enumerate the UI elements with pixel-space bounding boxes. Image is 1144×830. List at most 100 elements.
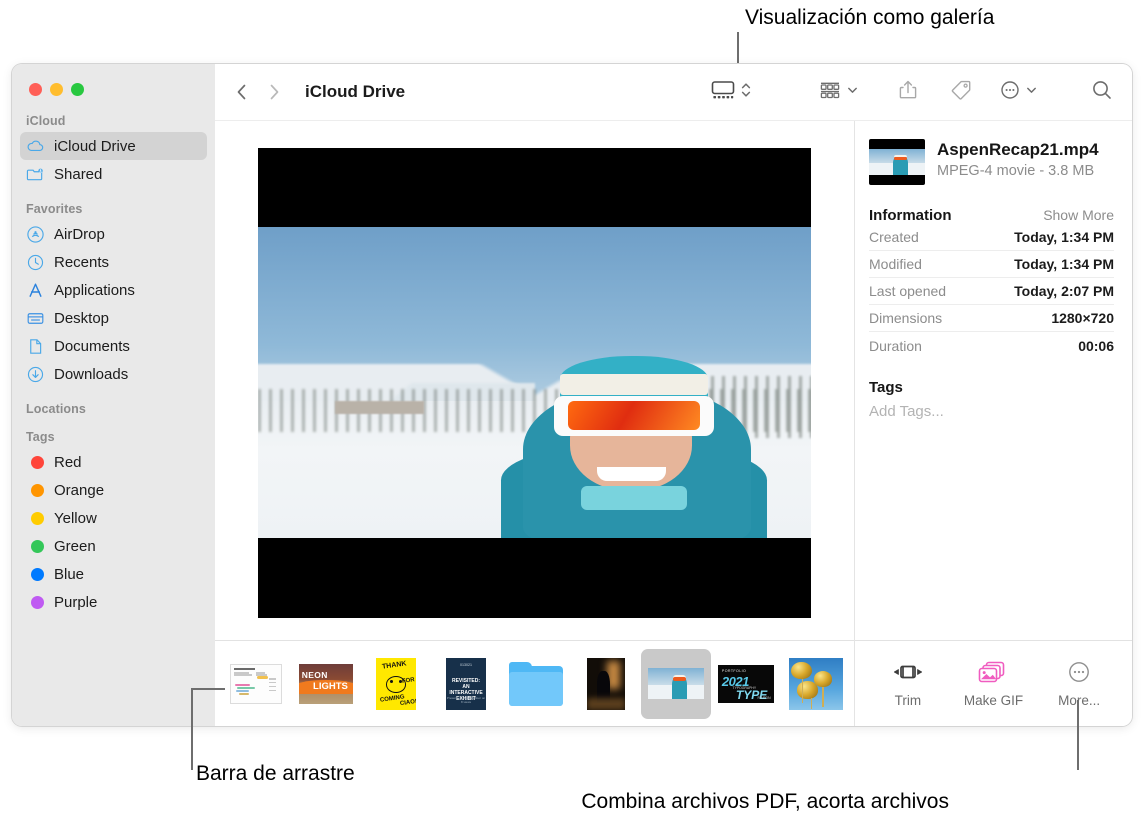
filmstrip[interactable]: NEON LIGHTS THANK FOR COMING (215, 640, 854, 726)
make-gif-button[interactable]: Make GIF (952, 659, 1034, 708)
body-area: NEON LIGHTS THANK FOR COMING (215, 121, 1132, 726)
forward-button[interactable] (267, 82, 281, 102)
info-row: Duration 00:06 (869, 332, 1114, 359)
show-more-link[interactable]: Show More (1043, 207, 1114, 223)
filmstrip-item-aspen-recap[interactable] (641, 649, 711, 719)
sidebar-item-label: Red (54, 454, 82, 471)
filmstrip-item-gold-balloons[interactable] (781, 649, 851, 719)
quick-action-label: Make GIF (964, 693, 1023, 708)
sidebar-item-tag-orange[interactable]: Orange (20, 476, 207, 504)
sidebar-item-tag-yellow[interactable]: Yellow (20, 504, 207, 532)
info-value: Today, 1:34 PM (1014, 229, 1114, 245)
information-section-header: Information Show More (869, 207, 1114, 224)
thumbnail-image: NEON LIGHTS (299, 664, 353, 704)
share-button[interactable] (897, 78, 919, 107)
info-key: Modified (869, 256, 922, 272)
shared-folder-icon (26, 165, 45, 184)
callout-gallery-view: Visualización como galería (745, 4, 994, 32)
trim-button[interactable]: Trim (867, 659, 949, 708)
sidebar-item-label: Blue (54, 566, 84, 583)
info-key: Created (869, 229, 919, 245)
filmstrip-item-infographic[interactable] (221, 649, 291, 719)
info-value: 00:06 (1078, 338, 1114, 354)
sidebar-item-tag-green[interactable]: Green (20, 532, 207, 560)
callout-bottom-right-leader (1077, 700, 1079, 770)
search-button[interactable] (1090, 78, 1114, 107)
page-title: iCloud Drive (305, 82, 405, 102)
filmstrip-item-neon-lights[interactable]: NEON LIGHTS (291, 649, 361, 719)
sidebar-item-label: Shared (54, 166, 102, 183)
info-row: Last opened Today, 2:07 PM (869, 278, 1114, 305)
sidebar-item-shared[interactable]: Shared (20, 160, 207, 188)
sidebar-item-airdrop[interactable]: AirDrop (20, 220, 207, 248)
sidebar-item-downloads[interactable]: Downloads (20, 360, 207, 388)
thumbnail-image (230, 664, 282, 704)
sidebar-item-tag-red[interactable]: Red (20, 448, 207, 476)
thumbnail-image (648, 668, 704, 699)
add-tags-input[interactable]: Add Tags... (869, 403, 1114, 420)
quick-actions-bar: Trim (855, 640, 1132, 726)
close-button[interactable] (29, 83, 42, 96)
tag-dot-icon (26, 453, 45, 472)
sidebar-item-icloud-drive[interactable]: iCloud Drive (20, 132, 207, 160)
document-icon (26, 337, 45, 356)
preview-area (215, 121, 854, 640)
folder-icon (509, 662, 563, 706)
sidebar-section-tags: Tags Red Orange Yellow Green (12, 430, 215, 616)
maximize-button[interactable] (71, 83, 84, 96)
more-circle-icon (999, 79, 1021, 106)
snowboarder-subject (501, 302, 766, 538)
sidebar-section-locations: Locations (12, 402, 215, 420)
info-key: Last opened (869, 283, 946, 299)
desktop-icon (26, 309, 45, 328)
more-actions-button[interactable] (999, 79, 1038, 106)
quick-action-label: More... (1058, 693, 1100, 708)
gallery-view-icon (710, 79, 736, 106)
info-row: Modified Today, 1:34 PM (869, 251, 1114, 278)
sidebar-section-favorites: Favorites AirDrop (12, 202, 215, 388)
back-button[interactable] (235, 82, 249, 102)
view-mode-button[interactable] (710, 79, 752, 106)
thumbnail-image (587, 658, 625, 710)
sidebar-section-title: Locations (12, 402, 215, 420)
quick-action-label: Trim (895, 693, 922, 708)
video-preview[interactable] (258, 148, 811, 618)
tag-dot-icon (26, 537, 45, 556)
sidebar-section-icloud: iCloud iCloud Drive (12, 114, 215, 188)
filmstrip-item-dark-interior[interactable] (571, 649, 641, 719)
sidebar-item-documents[interactable]: Documents (20, 332, 207, 360)
file-header: AspenRecap21.mp4 MPEG-4 movie - 3.8 MB (869, 139, 1114, 185)
tag-dot-icon (26, 565, 45, 584)
minimize-button[interactable] (50, 83, 63, 96)
sidebar-item-label: iCloud Drive (54, 138, 136, 155)
sidebar-item-label: Applications (54, 282, 135, 299)
sidebar-section-title: Favorites (12, 202, 215, 220)
sidebar-item-desktop[interactable]: Desktop (20, 304, 207, 332)
filmstrip-item-thank-you[interactable]: THANK FOR COMING CIAO! (361, 649, 431, 719)
filmstrip-item-portfolio-type[interactable]: PORTFOLIO 2021 TYPOGRAPHY TYPE FB PDN (711, 649, 781, 719)
sidebar-item-label: Green (54, 538, 96, 555)
sidebar-item-recents[interactable]: Recents (20, 248, 207, 276)
sidebar-item-applications[interactable]: Applications (20, 276, 207, 304)
filmstrip-item-exhibit-poster[interactable]: 013021 REVISITED:AN INTERACTIVEEXHIBIT P… (431, 649, 501, 719)
chevron-down-icon (1025, 79, 1038, 106)
information-title: Information (869, 207, 952, 224)
more-quick-actions-button[interactable]: More... (1038, 659, 1120, 708)
filmstrip-item-folder[interactable] (501, 649, 571, 719)
screenshot-stage: Visualización como galería iCloud iCloud… (0, 0, 1144, 830)
callout-drag-bar: Barra de arrastre (196, 760, 355, 788)
chevron-up-down-icon (740, 79, 752, 106)
video-frame-content (258, 227, 811, 538)
thumbnail-image (789, 658, 843, 710)
group-items-button[interactable] (818, 79, 859, 106)
info-panel: AspenRecap21.mp4 MPEG-4 movie - 3.8 MB I… (854, 121, 1132, 726)
info-row: Created Today, 1:34 PM (869, 224, 1114, 251)
clock-icon (26, 253, 45, 272)
window-controls[interactable] (12, 74, 215, 96)
add-tag-button[interactable] (949, 78, 973, 107)
sidebar-item-tag-purple[interactable]: Purple (20, 588, 207, 616)
sidebar-item-tag-blue[interactable]: Blue (20, 560, 207, 588)
chevron-down-icon (846, 79, 859, 106)
navigation-buttons (235, 82, 281, 102)
group-items-icon (818, 79, 842, 106)
